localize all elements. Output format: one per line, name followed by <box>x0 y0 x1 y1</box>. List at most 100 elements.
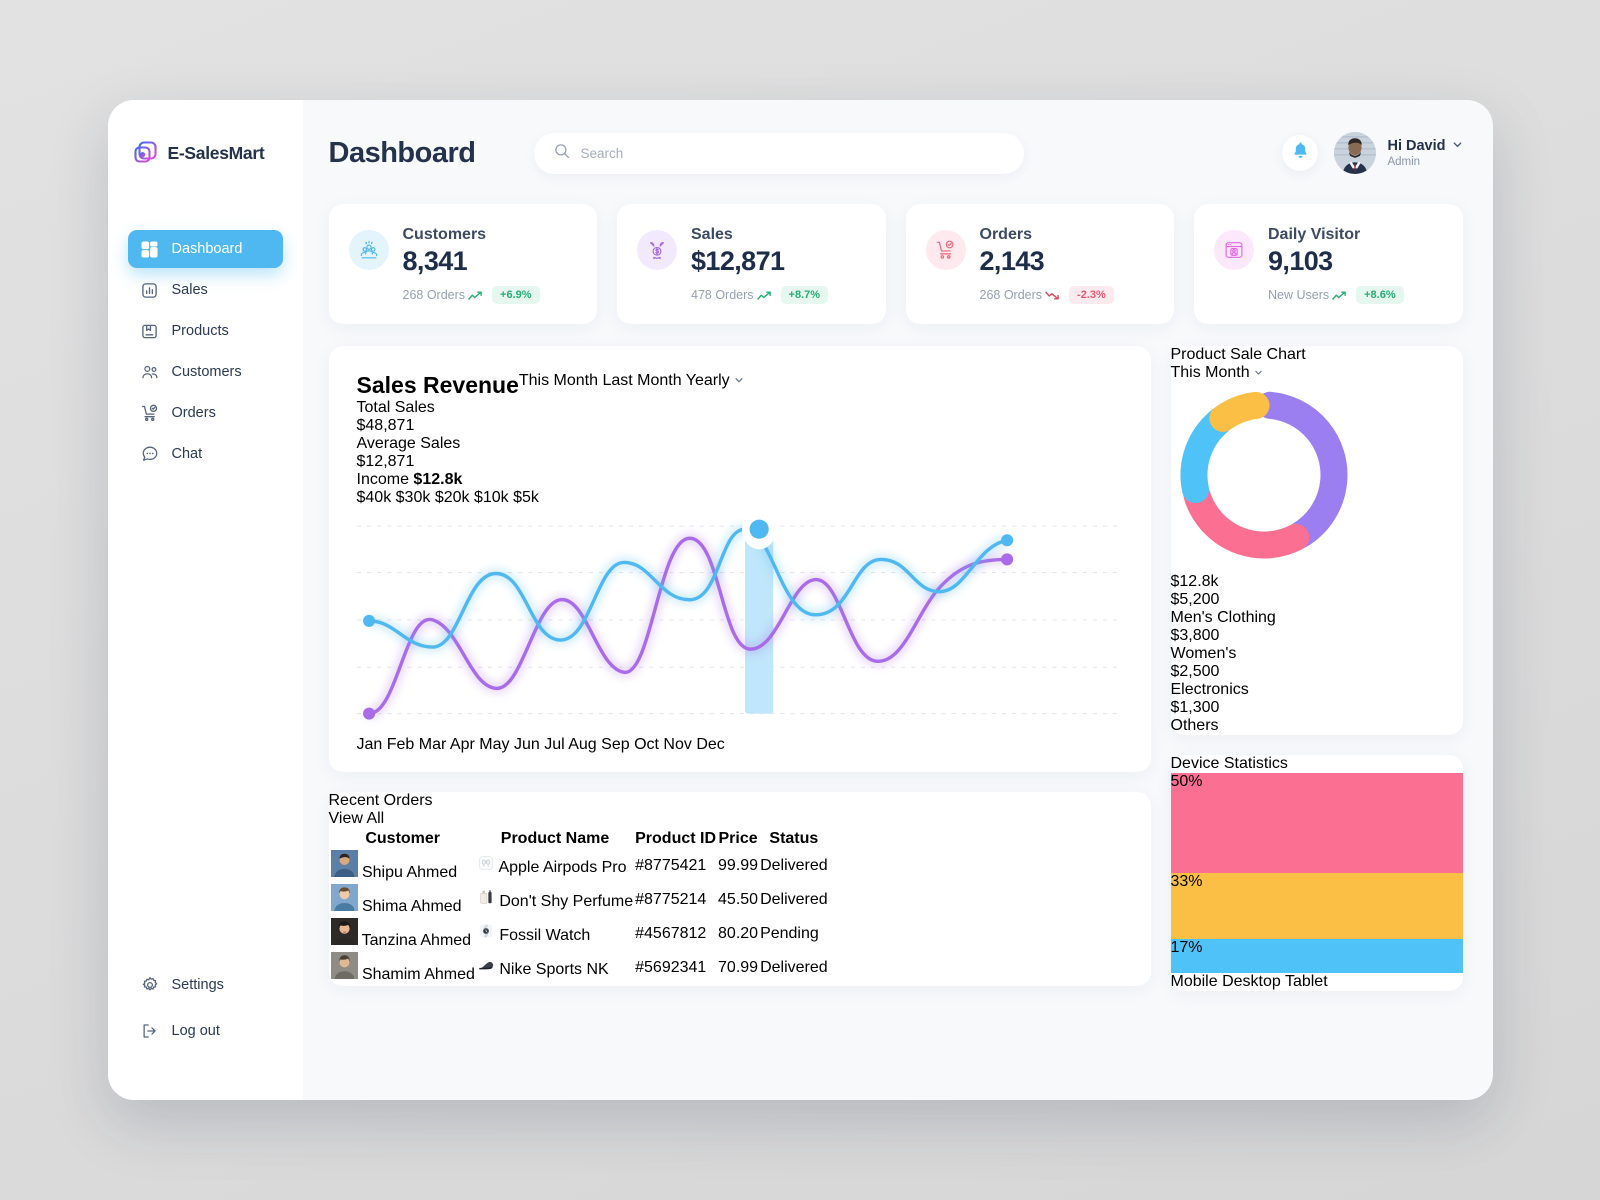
stat-value: $12,871 <box>691 246 785 276</box>
tooltip-label: Income <box>356 471 409 488</box>
status-badge: Delivered <box>760 958 828 976</box>
search-icon <box>554 143 570 164</box>
brand[interactable]: E-SalesMart <box>108 128 303 166</box>
avatar <box>330 849 362 881</box>
device-statistics-title: Device Statistics <box>1170 755 1288 772</box>
stat-card-sales[interactable]: Sales $12,871 478 Orders +8.7% <box>617 204 886 324</box>
donut-chart-svg <box>1180 391 1347 559</box>
legend-label: Last Month <box>602 372 682 389</box>
legend-this-month: This Month <box>519 372 603 389</box>
stat-delta-badge: +8.6% <box>1356 286 1404 304</box>
stat-label: Sales <box>691 226 733 243</box>
cell-product: Fossil Watch <box>477 918 633 950</box>
product-name: Nike Sports NK <box>499 961 609 979</box>
product-cell: Apple Airpods Pro <box>477 856 627 877</box>
range-selector-yearly[interactable]: Yearly <box>686 372 744 389</box>
column-header-product-id: Product ID <box>635 829 717 847</box>
table-row[interactable]: Shima Ahmed Don't Shy Perfume #8775214 4… <box>330 883 828 916</box>
view-all-button[interactable]: View All <box>329 810 1151 828</box>
bar-value-label: 50% <box>1170 773 1203 790</box>
sidebar-item-settings[interactable]: Settings <box>128 966 283 1004</box>
legend-label: Tablet <box>1284 973 1328 990</box>
stat-footer: 268 Orders -2.3% <box>980 286 1114 304</box>
cell-price: 80.20 <box>718 924 759 942</box>
product-sale-range-selector[interactable]: This Month <box>1171 364 1463 382</box>
sidebar-item-customers[interactable]: Customers <box>128 353 283 391</box>
cell-product-id: #8775214 <box>635 890 707 908</box>
stat-value: 8,341 <box>402 246 468 276</box>
sidebar-item-sales[interactable]: Sales <box>128 271 283 309</box>
legend-item-mobile: Mobile <box>1171 973 1223 990</box>
notification-button[interactable] <box>1282 135 1319 171</box>
table-row[interactable]: Shipu Ahmed Apple Airpods Pro #8775421 9… <box>330 849 828 882</box>
sidebar-item-logout[interactable]: Log out <box>128 1012 283 1050</box>
stat-delta-badge: +6.9% <box>492 286 540 304</box>
legend-item-others: $1,300 Others <box>1171 699 1463 735</box>
sidebar-item-label: Products <box>171 323 229 339</box>
avatar <box>330 883 362 915</box>
product-sale-legend: $5,200 Men's Clothing $3,800 Women's $2,… <box>1171 591 1463 735</box>
y-tick-label: $40k <box>356 489 392 506</box>
kpi-value: $12,871 <box>356 453 415 470</box>
point-marker-jan-last-month <box>362 707 375 720</box>
device-statistics-chart: 50% 33% 17% <box>1170 773 1463 973</box>
bar-chart-icon <box>141 281 159 299</box>
layers-logo-icon <box>133 140 159 166</box>
sidebar-item-dashboard[interactable]: Dashboard <box>127 230 283 268</box>
stat-label: Customers <box>402 226 487 243</box>
stat-card-orders[interactable]: Orders 2,143 268 Orders -2.3% <box>905 204 1174 324</box>
line-last-month-glow <box>365 534 1011 718</box>
stat-card-customers[interactable]: Customers 8,341 268 Orders +6.9% <box>328 204 597 324</box>
search-bar[interactable] <box>533 132 1024 174</box>
chevron-down-icon <box>735 378 743 383</box>
sidebar-item-orders[interactable]: Orders <box>128 394 283 432</box>
sales-revenue-card: Sales Revenue This Month Last Month Year… <box>328 346 1151 772</box>
cell-price: 45.50 <box>718 890 759 908</box>
product-name: Apple Airpods Pro <box>498 859 627 877</box>
page-title: Dashboard <box>328 136 476 169</box>
recent-orders-title: Recent Orders <box>328 791 433 809</box>
sidebar-item-products[interactable]: Products <box>128 312 283 350</box>
stat-label: Orders <box>979 226 1032 243</box>
column-header-product-name: Product Name <box>500 829 610 847</box>
customer-cell: Shima Ahmed <box>330 883 462 915</box>
stat-sub-text: 478 Orders <box>691 288 754 302</box>
customer-name: Shipu Ahmed <box>361 863 458 881</box>
table-row[interactable]: Tanzina Ahmed Fossil Watch #4567812 80.2… <box>330 917 828 950</box>
cell-product-id: #4567812 <box>635 924 707 942</box>
bar-value-label: 33% <box>1170 873 1203 890</box>
sidebar-nav: Dashboard Sales Products Customers Order… <box>108 230 303 473</box>
table-row[interactable]: Shamim Ahmed Nike Sports NK #5692341 70.… <box>330 951 828 984</box>
legend-value: $2,500 <box>1170 663 1220 680</box>
device-statistics-card: Device Statistics 50% 33% 17% Mobile Des… <box>1170 755 1463 991</box>
cell-price: 70.99 <box>718 958 759 976</box>
x-axis: Jan Feb Mar Apr May Jun Jul Aug Sep Oct … <box>357 736 1123 754</box>
range-selector-label: Yearly <box>685 372 730 389</box>
stat-delta-badge: +8.7% <box>780 286 829 304</box>
legend-item-tablet: Tablet <box>1285 973 1328 990</box>
x-tick-label: Jan <box>356 735 383 753</box>
user-menu[interactable]: Hi David Admin <box>1334 132 1462 174</box>
cell-status: Pending <box>760 918 828 950</box>
stat-sub-text: 268 Orders <box>402 288 466 302</box>
stat-sub: 268 Orders <box>980 288 1061 302</box>
kpi-label: Total Sales <box>356 399 435 416</box>
y-tick-label: $30k <box>395 489 431 506</box>
grid-icon <box>141 240 159 258</box>
search-input[interactable] <box>580 145 1004 161</box>
sidebar-bottom-nav: Settings Log out <box>108 966 303 1072</box>
chevron-down-icon <box>1255 370 1262 375</box>
dashboard-window: E-SalesMart Dashboard Sales Products Cus… <box>107 100 1493 1100</box>
stat-card-daily-visitor[interactable]: Daily Visitor 9,103 New Users +8.6% <box>1194 204 1463 324</box>
stat-sub: 268 Orders <box>403 288 484 302</box>
customer-name: Tanzina Ahmed <box>361 931 472 949</box>
stat-value: 9,103 <box>1268 246 1333 276</box>
visitor-card-icon <box>1214 230 1254 270</box>
recent-orders-header: Recent Orders View All <box>329 792 1151 828</box>
sidebar-item-chat[interactable]: Chat <box>128 435 283 473</box>
stat-delta-badge: -2.3% <box>1069 286 1114 304</box>
product-name: Don't Shy Perfume <box>499 893 634 911</box>
legend-value: $1,300 <box>1170 699 1220 716</box>
avatar <box>330 951 362 983</box>
chevron-down-icon[interactable] <box>1452 137 1463 155</box>
